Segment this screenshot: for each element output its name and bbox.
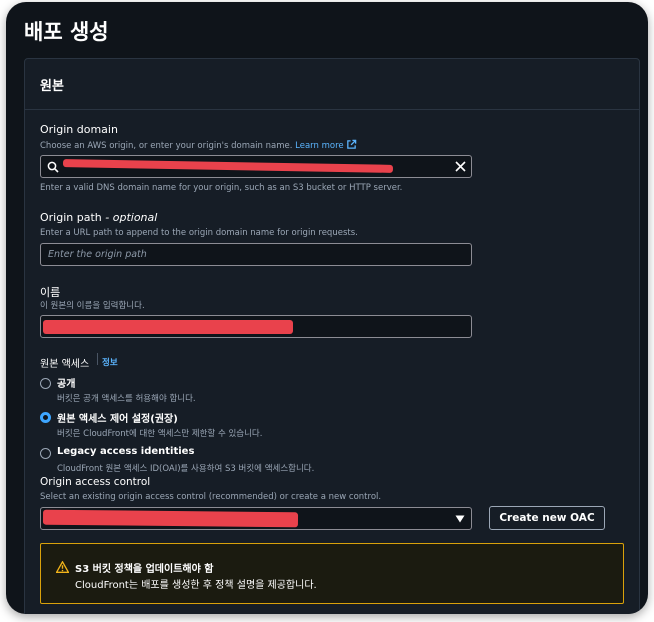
window: 배포 생성 원본 Origin domain Choose an AWS ori… bbox=[6, 2, 648, 614]
radio-public-description: 버킷은 공개 액세스를 허용해야 합니다. bbox=[57, 394, 196, 404]
radio-oac[interactable] bbox=[40, 412, 51, 423]
redaction-mark bbox=[42, 509, 299, 528]
info-link[interactable]: 정보 bbox=[102, 356, 118, 368]
section-title: 원본 bbox=[40, 79, 64, 94]
radio-legacy-description: CloudFront 원본 액세스 ID(OAI)를 사용하여 S3 버킷에 액… bbox=[57, 464, 315, 474]
warning-alert: S3 버킷 정책을 업데이트해야 함 CloudFront는 배포를 생성한 후… bbox=[40, 543, 624, 604]
warning-icon bbox=[56, 561, 69, 573]
origin-domain-label: Origin domain bbox=[40, 123, 118, 136]
clear-icon[interactable] bbox=[455, 161, 466, 172]
redaction-mark bbox=[62, 159, 394, 173]
radio-public[interactable] bbox=[40, 378, 51, 389]
panel-header: 원본 bbox=[25, 59, 639, 110]
caret-down-icon bbox=[455, 515, 465, 523]
page-title: 배포 생성 bbox=[24, 20, 109, 44]
radio-public-label: 공개 bbox=[57, 379, 76, 390]
origin-path-label-text: Origin path bbox=[40, 211, 102, 224]
learn-more-link[interactable]: Learn more bbox=[295, 141, 343, 151]
alert-title: S3 버킷 정책을 업데이트해야 함 bbox=[75, 564, 214, 575]
external-link-icon bbox=[347, 139, 357, 149]
create-new-oac-button[interactable]: Create new OAC bbox=[489, 506, 605, 530]
radio-oac-description: 버킷은 CloudFront에 대한 액세스만 제한할 수 있습니다. bbox=[57, 429, 263, 439]
radio-legacy-label: Legacy access identities bbox=[57, 446, 195, 457]
origin-path-description: Enter a URL path to append to the origin… bbox=[40, 228, 358, 238]
name-input[interactable] bbox=[40, 315, 472, 338]
origin-domain-input[interactable] bbox=[40, 155, 472, 178]
origin-path-placeholder: Enter the origin path bbox=[48, 249, 147, 260]
search-icon bbox=[47, 161, 59, 173]
radio-legacy[interactable] bbox=[40, 448, 51, 459]
divider bbox=[97, 353, 98, 365]
name-label: 이름 bbox=[40, 286, 61, 299]
oac-label: Origin access control bbox=[40, 476, 151, 488]
name-description: 이 원본의 이름을 입력합니다. bbox=[40, 301, 145, 311]
alert-message: CloudFront는 배포를 생성한 후 정책 설명을 제공합니다. bbox=[75, 580, 317, 591]
origin-access-label: 원본 액세스 bbox=[40, 359, 90, 370]
redaction-mark bbox=[43, 320, 293, 334]
origin-domain-description-text: Choose an AWS origin, or enter your orig… bbox=[40, 141, 293, 151]
origin-path-label: Origin path - optional bbox=[40, 211, 157, 224]
origin-path-input[interactable]: Enter the origin path bbox=[40, 243, 472, 266]
origin-domain-hint: Enter a valid DNS domain name for your o… bbox=[40, 183, 403, 193]
origin-panel: 원본 Origin domain Choose an AWS origin, o… bbox=[24, 58, 640, 614]
optional-text: - optional bbox=[105, 211, 158, 224]
origin-domain-description: Choose an AWS origin, or enter your orig… bbox=[40, 139, 357, 151]
oac-select[interactable] bbox=[40, 507, 472, 530]
oac-description: Select an existing origin access control… bbox=[40, 492, 382, 502]
radio-oac-label: 원본 액세스 제어 설정(권장) bbox=[57, 414, 178, 425]
